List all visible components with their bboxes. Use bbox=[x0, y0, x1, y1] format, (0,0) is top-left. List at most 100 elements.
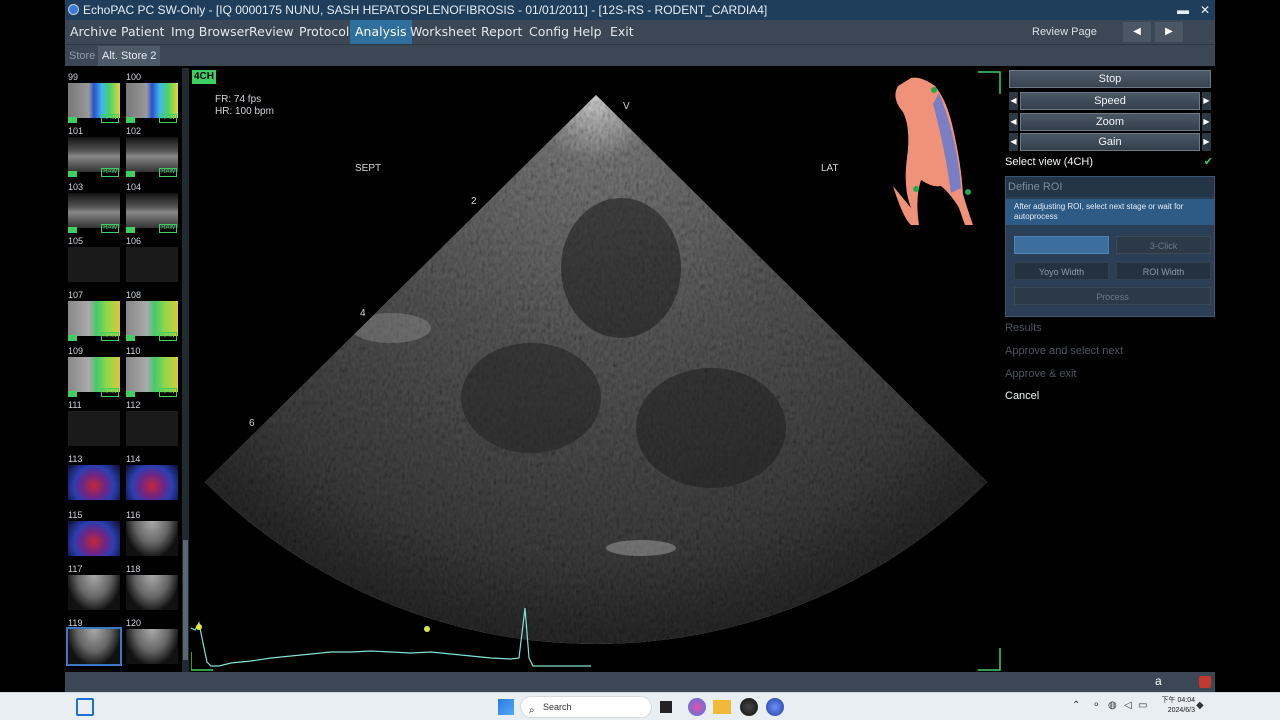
zoom-decrease-button[interactable]: ◀ bbox=[1009, 113, 1018, 131]
thumbnail-112[interactable]: 112 bbox=[124, 400, 178, 453]
three-click-button[interactable]: 3-Click bbox=[1116, 236, 1211, 254]
taskbar-clock[interactable]: 下午 04:04 2024/6/3 bbox=[1155, 696, 1195, 716]
thumbnail-99[interactable]: 99 RAW bbox=[66, 72, 120, 125]
image-viewer[interactable]: 4CH FR: 74 fps HR: 100 bpm V SEPT LAT 2 … bbox=[191, 68, 1005, 672]
taskbar-search[interactable]: ⌕ Search bbox=[520, 696, 652, 718]
view-badge: 4CH bbox=[192, 70, 217, 84]
scrollbar-thumb[interactable] bbox=[183, 540, 188, 660]
taskbar-app-copilot-icon[interactable] bbox=[688, 698, 706, 716]
stop-button[interactable]: Stop bbox=[1009, 70, 1211, 88]
thumbnail-tag-icon bbox=[126, 391, 135, 397]
notification-bell-icon[interactable]: ◆ bbox=[1196, 700, 1204, 711]
depth-mark-2: 2 bbox=[471, 196, 477, 207]
record-icon[interactable] bbox=[1199, 676, 1211, 688]
zoom-increase-button[interactable]: ▶ bbox=[1202, 113, 1211, 131]
thumbnail-107[interactable]: 107 RAW bbox=[66, 290, 120, 343]
control-panel: Stop ◀ Speed ▶ ◀ Zoom ▶ ◀ Gain ▶ Select … bbox=[1003, 68, 1215, 672]
cancel-button[interactable]: Cancel bbox=[1005, 386, 1215, 406]
thumbnail-118[interactable]: 118 bbox=[124, 564, 178, 617]
search-placeholder: Search bbox=[543, 702, 572, 712]
menu-help[interactable]: Help bbox=[568, 20, 607, 44]
thumbnail-image bbox=[68, 247, 120, 282]
taskbar-echopac-icon[interactable] bbox=[766, 698, 784, 716]
step-approve-next[interactable]: Approve and select next bbox=[1005, 341, 1215, 361]
gain-increase-button[interactable]: ▶ bbox=[1202, 133, 1211, 151]
thumbnail-image bbox=[126, 411, 178, 446]
menu-report[interactable]: Report bbox=[476, 20, 527, 44]
taskbar-app-icon[interactable] bbox=[740, 698, 758, 716]
speed-button[interactable]: Speed bbox=[1020, 92, 1200, 110]
frame-rate: FR: 74 fps bbox=[215, 94, 262, 105]
process-button[interactable]: Process bbox=[1014, 287, 1211, 305]
step-results[interactable]: Results bbox=[1005, 318, 1215, 338]
ecg-marker-start[interactable] bbox=[196, 624, 202, 630]
menu-analysis[interactable]: Analysis bbox=[350, 20, 412, 44]
tray-battery-icon[interactable]: ▭ bbox=[1138, 700, 1147, 711]
menu-review[interactable]: Review bbox=[244, 20, 299, 44]
menu-bar: Archive Patient Img Browser Review Proto… bbox=[65, 20, 1215, 44]
thumbnail-114[interactable]: 114 bbox=[124, 454, 178, 507]
menu-worksheet[interactable]: Worksheet bbox=[405, 20, 481, 44]
thumbnail-100[interactable]: 100 RAW bbox=[124, 72, 178, 125]
thumbnail-number: 101 bbox=[68, 126, 84, 136]
thumbnail-109[interactable]: 109 RAW bbox=[66, 346, 120, 399]
thumbnail-115[interactable]: 115 bbox=[66, 510, 120, 563]
thumbnail-101[interactable]: 101 RAW bbox=[66, 126, 120, 179]
thumbnail-103[interactable]: 103 RAW bbox=[66, 182, 120, 235]
thumbnail-120[interactable]: 120 bbox=[124, 618, 178, 671]
thumbnail-105[interactable]: 105 bbox=[66, 236, 120, 289]
menu-patient[interactable]: Patient bbox=[116, 20, 170, 44]
thumbnail-104[interactable]: 104 RAW bbox=[124, 182, 178, 235]
thumbnail-list: 99 RAW 100 RAW 101 RAW 102 RAW 103 RAW 104 RAW 105 10… bbox=[65, 68, 183, 672]
speed-decrease-button[interactable]: ◀ bbox=[1009, 92, 1018, 110]
thumbnail-113[interactable]: 113 bbox=[66, 454, 120, 507]
menu-config[interactable]: Config bbox=[524, 20, 574, 44]
tray-network-icon[interactable]: ⚬ bbox=[1092, 700, 1100, 711]
menu-img-browser[interactable]: Img Browser bbox=[166, 20, 254, 44]
step-select-view[interactable]: Select view (4CH) ✔ bbox=[1005, 152, 1215, 172]
thumbnail-102[interactable]: 102 RAW bbox=[124, 126, 178, 179]
ecg-marker-end[interactable] bbox=[424, 626, 430, 632]
menu-protocol[interactable]: Protocol bbox=[294, 20, 354, 44]
thumbnail-110[interactable]: 110 RAW bbox=[124, 346, 178, 399]
thumbnail-117[interactable]: 117 bbox=[66, 564, 120, 617]
thumbnail-number: 119 bbox=[68, 618, 83, 628]
thumbnail-106[interactable]: 106 bbox=[124, 236, 178, 289]
taskbar-app-terminal-icon[interactable] bbox=[660, 701, 672, 713]
tray-chevron-icon[interactable]: ⌃ bbox=[1072, 700, 1080, 711]
speed-increase-button[interactable]: ▶ bbox=[1202, 92, 1211, 110]
gain-decrease-button[interactable]: ◀ bbox=[1009, 133, 1018, 151]
tab-alt-store-2[interactable]: Alt. Store 2 bbox=[98, 46, 161, 66]
gain-control: ◀ Gain ▶ bbox=[1009, 133, 1211, 151]
yoyo-width-control[interactable]: Yoyo Width bbox=[1014, 262, 1109, 280]
menu-exit[interactable]: Exit bbox=[605, 20, 639, 44]
gain-button[interactable]: Gain bbox=[1020, 133, 1200, 151]
define-roi-header[interactable]: Define ROI bbox=[1006, 177, 1214, 197]
roi-width-control[interactable]: ROI Width bbox=[1116, 262, 1211, 280]
tray-volume-icon[interactable]: ◁ bbox=[1124, 700, 1132, 711]
thumbnail-number: 117 bbox=[68, 564, 83, 574]
taskbar-file-explorer-icon[interactable] bbox=[713, 700, 731, 714]
step-approve-exit[interactable]: Approve & exit bbox=[1005, 364, 1215, 384]
menu-archive[interactable]: Archive bbox=[65, 20, 122, 44]
review-next-button[interactable]: ▶ bbox=[1155, 22, 1183, 42]
minimize-button[interactable]: ▬ bbox=[1173, 0, 1193, 20]
thumbnail-116[interactable]: 116 bbox=[124, 510, 178, 563]
thumbnail-108[interactable]: 108 RAW bbox=[124, 290, 178, 343]
close-button[interactable]: ✕ bbox=[1195, 0, 1215, 20]
status-bar: a bbox=[65, 672, 1215, 692]
review-prev-button[interactable]: ◀ bbox=[1123, 22, 1151, 42]
thumbnail-number: 104 bbox=[126, 182, 142, 192]
orientation-marker: V bbox=[623, 101, 630, 112]
tray-globe-icon[interactable]: ◍ bbox=[1108, 700, 1117, 711]
taskbar: ⌕ Search ⌃ ⚬ ◍ ◁ ▭ 下午 04:04 2024/6/3 ◆ bbox=[0, 692, 1280, 720]
zoom-button[interactable]: Zoom bbox=[1020, 113, 1200, 131]
thumbnail-119[interactable]: 119 bbox=[66, 618, 122, 671]
start-icon[interactable] bbox=[498, 699, 514, 715]
task-view-icon[interactable] bbox=[76, 698, 94, 716]
thumbnail-111[interactable]: 111 bbox=[66, 400, 120, 453]
thumbnail-scrollbar[interactable] bbox=[182, 68, 189, 672]
thumbnail-image bbox=[68, 193, 120, 228]
tab-store[interactable]: Store bbox=[65, 46, 99, 66]
roi-primary-button[interactable] bbox=[1014, 236, 1109, 254]
